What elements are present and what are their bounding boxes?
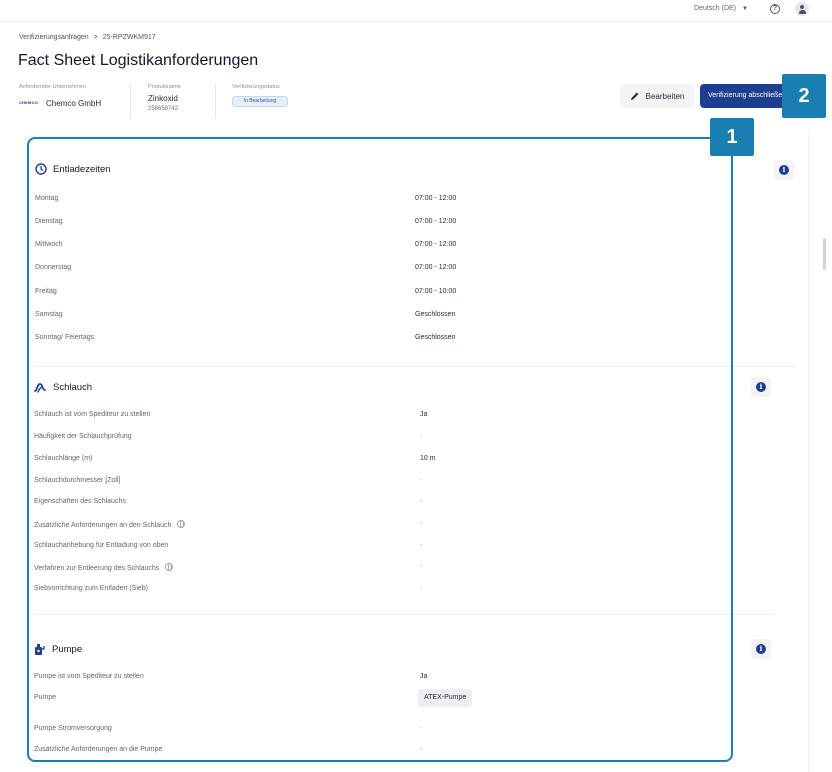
info-icon: i [756, 382, 766, 392]
highlight-frame [27, 137, 733, 762]
info-icon: i [756, 644, 766, 654]
info-button-unloading[interactable]: i [774, 160, 794, 180]
callout-badge-1: 1 [710, 118, 754, 156]
info-button-pump[interactable]: i [751, 639, 771, 659]
info-icon: i [779, 165, 789, 175]
callout-badge-2: 2 [782, 74, 826, 118]
info-button-hose[interactable]: i [751, 377, 771, 397]
